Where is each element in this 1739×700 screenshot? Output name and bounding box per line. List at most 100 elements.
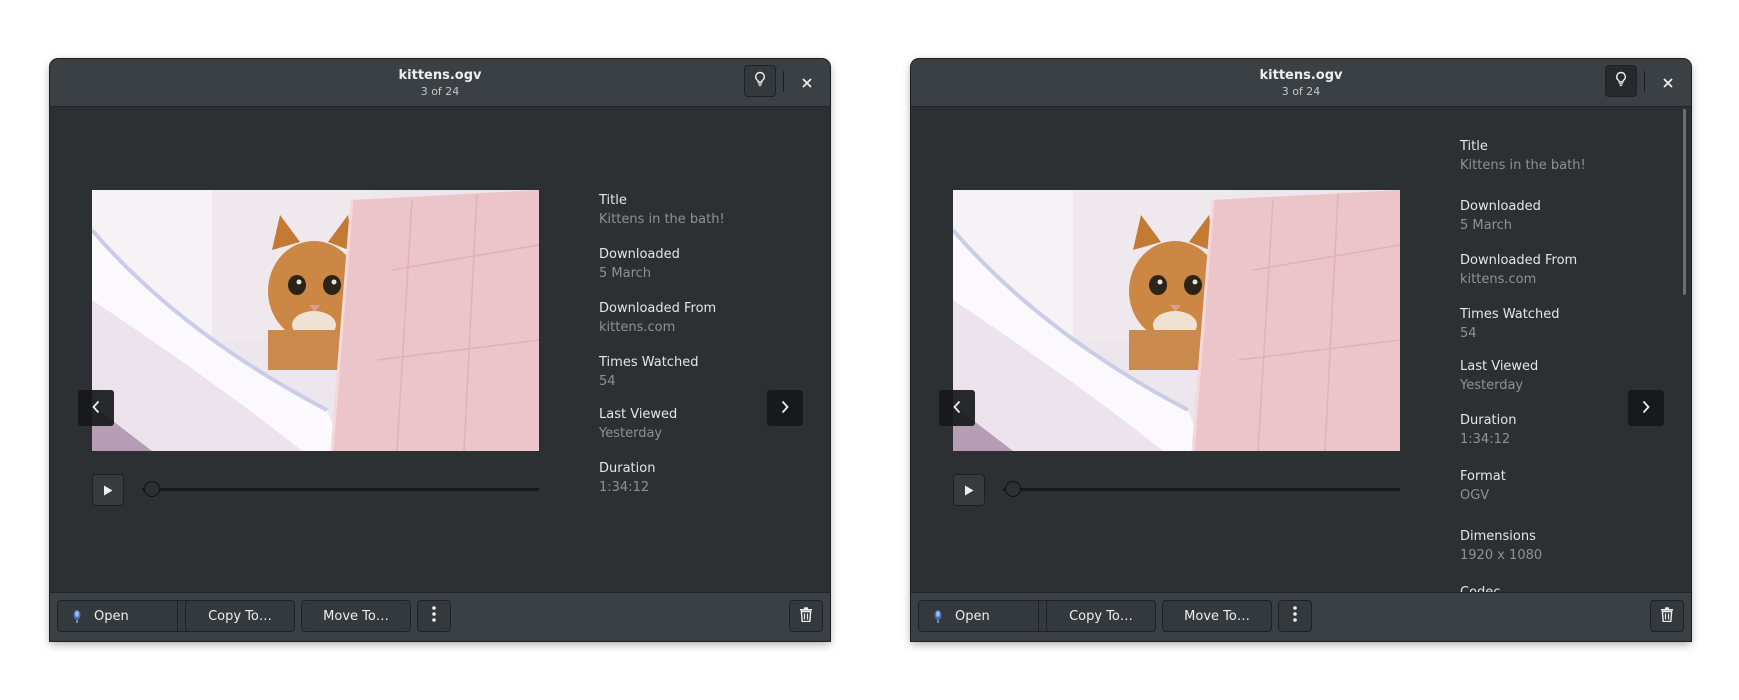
action-bar: Open Copy To… Move To… <box>50 592 830 641</box>
chevron-right-icon <box>1641 399 1651 418</box>
preview-content: Title Kittens in the bath! Downloaded 5 … <box>911 107 1691 593</box>
close-button[interactable] <box>1657 71 1679 93</box>
property-label: Dimensions <box>1460 529 1536 544</box>
trash-icon <box>1660 606 1674 626</box>
property-value: Kittens in the bath! <box>599 212 725 227</box>
more-menu-button[interactable] <box>417 600 451 632</box>
window-subtitle: 3 of 24 <box>1281 85 1321 98</box>
seek-bar[interactable] <box>142 488 539 491</box>
property-downloaded: Downloaded 5 March <box>1460 198 1541 235</box>
header-separator <box>783 71 784 92</box>
property-value: 5 March <box>599 266 652 281</box>
property-title: Title Kittens in the bath! <box>1460 138 1586 175</box>
copy-to-button[interactable]: Copy To… <box>1046 600 1156 632</box>
video-frame[interactable] <box>92 190 539 451</box>
property-value: OGV <box>1460 488 1490 503</box>
open-button-label: Open <box>955 608 990 624</box>
next-button[interactable] <box>1628 390 1664 426</box>
delete-button[interactable] <box>789 600 823 632</box>
property-value: kittens.com <box>599 320 676 335</box>
window-title: kittens.ogv <box>398 68 482 83</box>
property-label: Downloaded From <box>1460 253 1578 268</box>
property-label: Downloaded <box>599 247 680 262</box>
app-icon <box>72 609 82 623</box>
lightbulb-icon <box>752 71 768 91</box>
move-to-button[interactable]: Move To… <box>301 600 411 632</box>
seek-handle[interactable] <box>144 481 160 497</box>
property-value: 54 <box>1460 326 1477 341</box>
property-value: Yesterday <box>599 426 663 441</box>
chevron-left-icon <box>91 399 101 418</box>
previous-button[interactable] <box>939 390 975 426</box>
window-title: kittens.ogv <box>1259 68 1343 83</box>
property-value: kittens.com <box>1460 272 1537 287</box>
window-subtitle: 3 of 24 <box>420 85 460 98</box>
play-button[interactable] <box>953 474 985 506</box>
property-value: 1:34:12 <box>1460 432 1511 447</box>
properties-scrollbar[interactable] <box>1683 109 1686 295</box>
vertical-dots-icon <box>432 606 436 626</box>
video-frame[interactable] <box>953 190 1400 451</box>
move-to-button[interactable]: Move To… <box>1162 600 1272 632</box>
property-downloaded-from: Downloaded From kittens.com <box>599 300 716 337</box>
property-value: 1:34:12 <box>599 480 650 495</box>
property-value: 54 <box>599 374 616 389</box>
close-button[interactable] <box>796 71 818 93</box>
property-label: Duration <box>599 461 656 476</box>
chevron-right-icon <box>780 399 790 418</box>
viewer-window-left: kittens.ogv 3 of 24 Title Kittens in the… <box>50 59 830 641</box>
property-duration: Duration 1:34:12 <box>599 460 655 497</box>
property-label: Format <box>1460 469 1506 484</box>
property-times-watched: Times Watched 54 <box>1460 306 1559 343</box>
previous-button[interactable] <box>78 390 114 426</box>
header-bar: kittens.ogv 3 of 24 <box>911 59 1691 107</box>
more-menu-button[interactable] <box>1278 600 1312 632</box>
hint-toggle-button[interactable] <box>1605 65 1637 97</box>
property-label: Downloaded From <box>599 301 717 316</box>
close-icon <box>1663 73 1673 92</box>
property-value: Kittens in the bath! <box>1460 158 1586 173</box>
seek-bar[interactable] <box>1003 488 1400 491</box>
lightbulb-icon <box>1613 71 1629 91</box>
property-title: Title Kittens in the bath! <box>599 192 725 229</box>
open-button[interactable]: Open <box>57 600 178 632</box>
property-value: Yesterday <box>1460 378 1524 393</box>
chevron-left-icon <box>952 399 962 418</box>
property-dimensions: Dimensions 1920 x 1080 <box>1460 528 1542 565</box>
copy-to-button[interactable]: Copy To… <box>185 600 295 632</box>
hint-toggle-button[interactable] <box>744 65 776 97</box>
property-label: Title <box>599 193 627 208</box>
play-button[interactable] <box>92 474 124 506</box>
vertical-dots-icon <box>1293 606 1297 626</box>
header-titles: kittens.ogv 3 of 24 <box>911 68 1691 99</box>
trash-icon <box>799 606 813 626</box>
property-downloaded: Downloaded 5 March <box>599 246 680 283</box>
play-icon <box>964 481 974 500</box>
header-bar: kittens.ogv 3 of 24 <box>50 59 830 107</box>
app-icon <box>933 609 943 623</box>
next-button[interactable] <box>767 390 803 426</box>
close-icon <box>802 73 812 92</box>
delete-button[interactable] <box>1650 600 1684 632</box>
property-label: Times Watched <box>1460 307 1560 322</box>
header-separator <box>1644 71 1645 92</box>
preview-content: Title Kittens in the bath! Downloaded 5 … <box>50 107 830 593</box>
property-label: Times Watched <box>599 355 699 370</box>
action-bar: Open Copy To… Move To… <box>911 592 1691 641</box>
property-label: Downloaded <box>1460 199 1541 214</box>
property-value: 1920 x 1080 <box>1460 548 1543 563</box>
property-last-viewed: Last Viewed Yesterday <box>599 406 677 443</box>
property-downloaded-from: Downloaded From kittens.com <box>1460 252 1577 289</box>
property-duration: Duration 1:34:12 <box>1460 412 1516 449</box>
property-label: Title <box>1460 139 1488 154</box>
viewer-window-right: kittens.ogv 3 of 24 Title Kittens in the… <box>911 59 1691 641</box>
property-times-watched: Times Watched 54 <box>599 354 698 391</box>
open-button[interactable]: Open <box>918 600 1039 632</box>
play-icon <box>103 481 113 500</box>
property-format: Format OGV <box>1460 468 1506 505</box>
property-label: Last Viewed <box>599 407 678 422</box>
header-titles: kittens.ogv 3 of 24 <box>50 68 830 99</box>
seek-handle[interactable] <box>1005 481 1021 497</box>
open-button-label: Open <box>94 608 129 624</box>
property-value: 5 March <box>1460 218 1513 233</box>
